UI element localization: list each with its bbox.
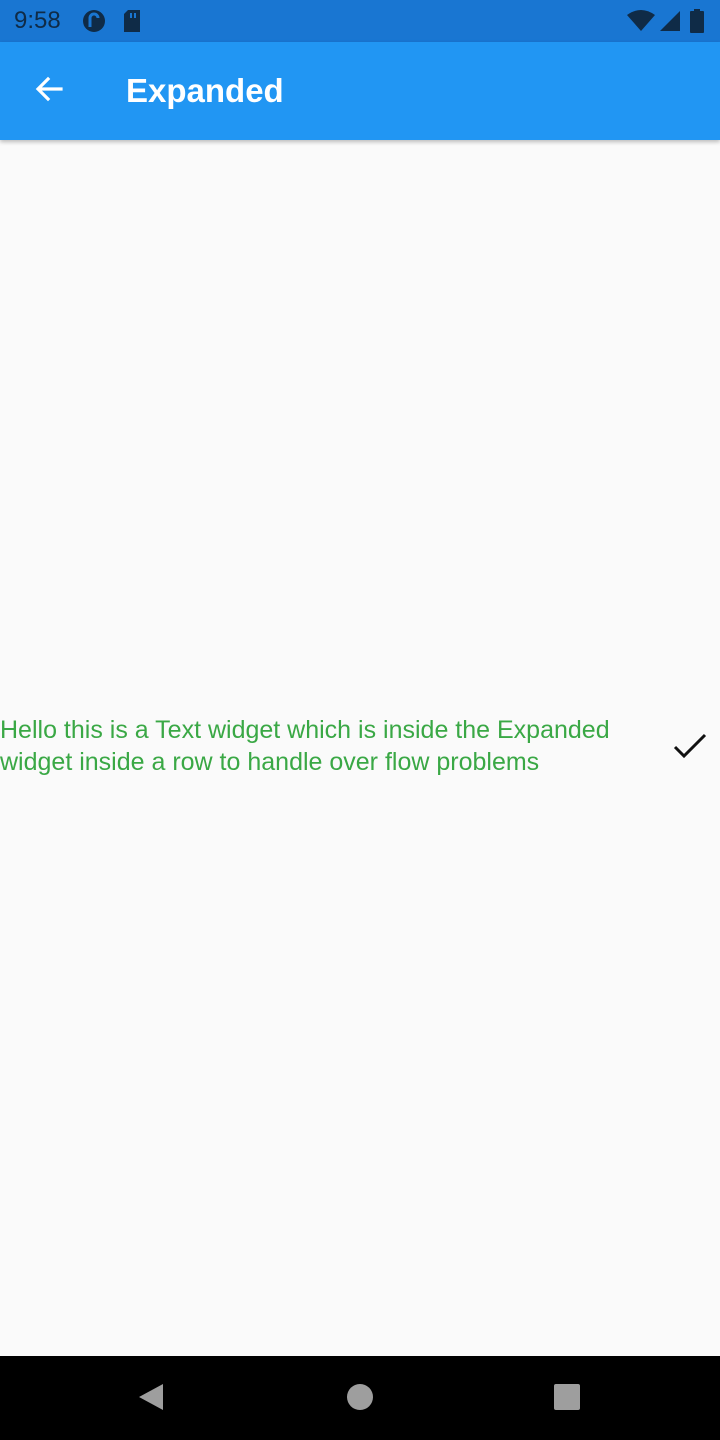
screen: 9:58 Expanded Hello this is a Text widge… [0,0,720,1440]
expanded-row: Hello this is a Text widget which is ins… [0,714,720,778]
home-circle-icon [346,1383,374,1416]
back-button[interactable] [22,68,76,114]
pocket-casts-icon [82,9,106,38]
status-bar: 9:58 [0,0,720,42]
wifi-icon [626,9,656,38]
sd-card-icon [122,9,142,38]
arrow-left-icon [33,73,65,110]
nav-recents-button[interactable] [544,1376,590,1422]
battery-icon [690,9,704,38]
navigation-bar [0,1356,720,1440]
cell-signal-icon [658,9,682,38]
status-time: 9:58 [14,7,61,34]
nav-home-button[interactable] [337,1376,383,1422]
nav-back-button[interactable] [128,1376,174,1422]
recents-square-icon [553,1383,581,1416]
back-triangle-icon [137,1382,165,1417]
expanded-text: Hello this is a Text widget which is ins… [0,716,610,776]
page-title: Expanded [126,72,284,109]
check-icon [660,716,720,776]
app-bar: Expanded [0,42,720,140]
